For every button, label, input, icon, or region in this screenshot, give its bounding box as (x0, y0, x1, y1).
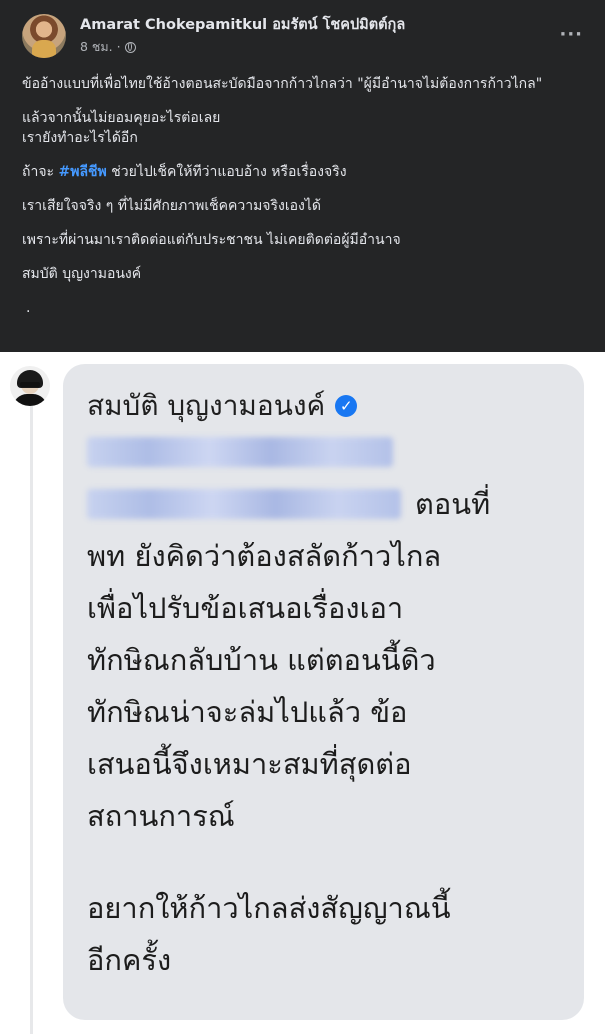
message-line: อยากให้ก้าวไกลส่งสัญญาณนี้ (87, 891, 451, 925)
message-line: เพื่อไปรับข้อเสนอเรื่องเอา (87, 591, 404, 625)
post-text: ถ้าจะ (22, 164, 59, 180)
message-line: ทักษิณน่าจะล่มไปแล้ว ข้อ (87, 695, 408, 729)
author-name[interactable]: Amarat Chokepamitkul อมรัตน์ โชคปมิตต์กุ… (80, 16, 559, 34)
message-bubble: สมบัติ บุญงามอนงค์ ✓ ตอนที่ พท ยังคิดว่า… (63, 364, 584, 1020)
sender-name-row: สมบัติ บุญงามอนงค์ ✓ (87, 386, 560, 426)
post-time-text[interactable]: 8 ชม. · (80, 37, 121, 57)
post-text: ช่วยไปเช็คให้ทีว่าแอบอ้าง หรือเรื่องจริง (106, 164, 347, 180)
chat-screenshot: สมบัติ บุญงามอนงค์ ✓ ตอนที่ พท ยังคิดว่า… (0, 352, 605, 1034)
author-avatar[interactable] (22, 14, 66, 58)
avatar-body (13, 394, 47, 406)
message-line: เสนอนี้จึงเหมาะสมที่สุดต่อ (87, 747, 412, 781)
post-paragraph: เราเสียใจจริง ๆ ที่ไม่มีศักยภาพเช็คความจ… (22, 198, 322, 214)
verified-badge-icon: ✓ (335, 395, 358, 417)
post-paragraph: แล้วจากนั้นไม่ยอมคุยอะไรต่อเลย (22, 110, 221, 126)
more-options-icon[interactable]: ··· (559, 26, 583, 44)
post-header: Amarat Chokepamitkul อมรัตน์ โชคปมิตต์กุ… (22, 14, 587, 64)
blurred-text-row (87, 426, 560, 478)
post-paragraph: เรายังทำอะไรได้อีก (22, 130, 138, 146)
message-line: พท ยังคิดว่าต้องสลัดก้าวไกล (87, 539, 442, 573)
sender-avatar[interactable] (10, 366, 50, 406)
hashtag-link[interactable]: #พลีชีพ (59, 164, 107, 180)
post-meta: Amarat Chokepamitkul อมรัตน์ โชคปมิตต์กุ… (80, 14, 559, 57)
sender-name[interactable]: สมบัติ บุญงามอนงค์ (87, 386, 325, 426)
blurred-text (87, 489, 401, 519)
avatar-glasses (20, 382, 40, 387)
post-paragraph: เพราะที่ผ่านมาเราติดต่อแต่กับประชาชน ไม่… (22, 232, 401, 248)
post-signature: สมบัติ บุญงามอนงค์ (22, 266, 142, 282)
post-paragraph: ข้ออ้างแบบที่เพื่อไทยใช้อ้างตอนสะบัดมือจ… (22, 76, 543, 92)
message-text: ตอนที่ (415, 487, 491, 521)
post-timestamp: 8 ชม. · (80, 37, 559, 57)
thread-line (30, 404, 33, 1034)
facebook-post: Amarat Chokepamitkul อมรัตน์ โชคปมิตต์กุ… (0, 0, 605, 352)
globe-icon[interactable] (124, 41, 136, 53)
message-line: ทักษิณกลับบ้าน แต่ตอนนี้ดิว (87, 643, 436, 677)
trailing-dot: . (26, 300, 31, 316)
post-body: ข้ออ้างแบบที่เพื่อไทยใช้อ้างตอนสะบัดมือจ… (22, 74, 587, 318)
message-line: สถานการณ์ (87, 799, 235, 833)
blurred-text (87, 437, 393, 467)
message-line: อีกครั้ง (87, 943, 172, 977)
blurred-text-row: ตอนที่ (87, 478, 560, 530)
post-paragraph: ถ้าจะ #พลีชีพ ช่วยไปเช็คให้ทีว่าแอบอ้าง … (22, 162, 587, 182)
